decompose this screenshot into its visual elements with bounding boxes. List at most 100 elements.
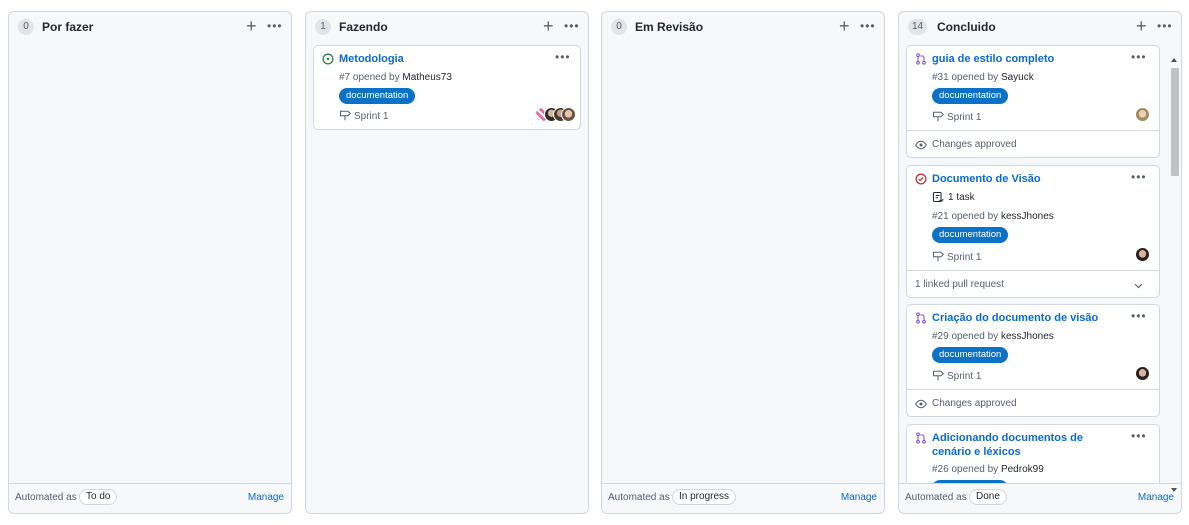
automated-as-text: Automated as bbox=[15, 492, 77, 503]
add-item-button plus-icon[interactable]: + bbox=[543, 17, 554, 35]
task-count: 1 task bbox=[948, 192, 975, 203]
card-divider bbox=[907, 389, 1159, 390]
scroll-thumb[interactable] bbox=[1171, 68, 1179, 176]
manage-link[interactable]: Manage bbox=[1138, 492, 1174, 504]
automation-badge: In progress bbox=[672, 489, 737, 505]
card-divider bbox=[907, 270, 1159, 271]
column-count: 0 bbox=[18, 19, 34, 35]
avatar bbox=[1135, 107, 1150, 122]
eye-icon bbox=[915, 399, 927, 409]
avatar bbox=[1135, 247, 1150, 262]
manage-link[interactable]: Manage bbox=[841, 492, 877, 504]
card-more-button more-icon[interactable]: ••• bbox=[555, 51, 571, 63]
column-concluido: 14 Concluido + ••• guia de estilo comple… bbox=[898, 11, 1182, 514]
chevron-down-icon[interactable] bbox=[1133, 280, 1144, 291]
column-title: Concluido bbox=[937, 20, 996, 34]
column-count: 0 bbox=[611, 19, 627, 35]
column-por-fazer: 0 Por fazer + ••• Automated as To do Man… bbox=[8, 11, 292, 514]
author[interactable]: kessJhones bbox=[1001, 331, 1054, 342]
milestone[interactable]: Sprint 1 bbox=[932, 369, 981, 383]
author[interactable]: Pedrok99 bbox=[1001, 464, 1044, 475]
card-meta: #26 opened by Pedrok99 bbox=[932, 464, 1044, 476]
label-documentation[interactable]: documentation bbox=[932, 88, 1009, 104]
card-documento-de-visao[interactable]: Documento de Visão ••• 1 task #21 opened… bbox=[906, 165, 1160, 298]
column-fazendo: 1 Fazendo + ••• Metodologia ••• #7 opene… bbox=[305, 11, 589, 514]
add-item-button plus-icon[interactable]: + bbox=[839, 17, 850, 35]
column-count: 1 bbox=[315, 19, 331, 35]
milestone[interactable]: Sprint 1 bbox=[339, 109, 388, 123]
column-more-button more-icon[interactable]: ••• bbox=[860, 20, 876, 32]
issue-number: #21 opened by bbox=[932, 211, 999, 222]
card-meta: #31 opened by Sayuck bbox=[932, 72, 1034, 84]
card-title[interactable]: Criação do documento de visão bbox=[932, 311, 1098, 325]
card-title-line1[interactable]: Adicionando documentos de bbox=[932, 431, 1083, 445]
linked-pull-request[interactable]: 1 linked pull request bbox=[915, 279, 1004, 291]
milestone-icon bbox=[932, 370, 944, 381]
avatar bbox=[561, 107, 576, 122]
tasklist-icon bbox=[932, 191, 944, 203]
automation-badge: Done bbox=[969, 489, 1007, 505]
label-documentation[interactable]: documentation bbox=[932, 347, 1009, 363]
issue-number: #7 opened by bbox=[339, 72, 400, 83]
card-meta: #21 opened by kessJhones bbox=[932, 211, 1054, 223]
automated-as-text: Automated as bbox=[905, 492, 967, 503]
pull-request-icon bbox=[916, 312, 926, 324]
card-meta: #7 opened by Matheus73 bbox=[339, 72, 452, 84]
card-more-button more-icon[interactable]: ••• bbox=[1131, 430, 1147, 442]
add-item-button plus-icon[interactable]: + bbox=[246, 17, 257, 35]
card-criacao-documento-visao[interactable]: Criação do documento de visão ••• #29 op… bbox=[906, 304, 1160, 417]
card-title-line2[interactable]: cenário e léxicos bbox=[932, 445, 1021, 459]
column-title: Em Revisão bbox=[635, 20, 704, 34]
column-footer: Automated as In progress Manage bbox=[602, 483, 884, 513]
card-more-button more-icon[interactable]: ••• bbox=[1131, 51, 1147, 63]
pull-request-icon bbox=[916, 53, 926, 65]
label-documentation[interactable]: documentation bbox=[339, 88, 416, 104]
column-more-button more-icon[interactable]: ••• bbox=[1157, 20, 1173, 32]
scroll-up-arrow[interactable] bbox=[1171, 58, 1177, 62]
column-more-button more-icon[interactable]: ••• bbox=[267, 20, 283, 32]
milestone-icon bbox=[932, 251, 944, 262]
milestone[interactable]: Sprint 1 bbox=[932, 250, 981, 264]
card-more-button more-icon[interactable]: ••• bbox=[1131, 310, 1147, 322]
author[interactable]: kessJhones bbox=[1001, 211, 1054, 222]
column-header: 1 Fazendo + ••• bbox=[306, 12, 588, 42]
card-title[interactable]: Documento de Visão bbox=[932, 172, 1041, 186]
review-status: Changes approved bbox=[932, 139, 1017, 150]
review-status: Changes approved bbox=[932, 398, 1017, 409]
card-meta: #29 opened by kessJhones bbox=[932, 331, 1054, 343]
eye-icon bbox=[915, 140, 927, 150]
scrollbar[interactable] bbox=[1170, 56, 1179, 494]
card-divider bbox=[907, 130, 1159, 131]
milestone[interactable]: Sprint 1 bbox=[932, 110, 981, 124]
issue-closed-icon bbox=[915, 173, 927, 185]
issue-number: #31 opened by bbox=[932, 72, 999, 83]
card-title[interactable]: guia de estilo completo bbox=[932, 52, 1054, 66]
milestone-icon bbox=[339, 110, 351, 121]
milestone-label: Sprint 1 bbox=[354, 111, 389, 122]
column-title: Fazendo bbox=[339, 20, 388, 34]
automation-badge: To do bbox=[79, 489, 118, 505]
label-documentation[interactable]: documentation bbox=[932, 227, 1009, 243]
milestone-label: Sprint 1 bbox=[947, 112, 982, 123]
column-more-button more-icon[interactable]: ••• bbox=[564, 20, 580, 32]
avatar bbox=[1135, 366, 1150, 381]
milestone-label: Sprint 1 bbox=[947, 252, 982, 263]
card-more-button more-icon[interactable]: ••• bbox=[1131, 171, 1147, 183]
author[interactable]: Matheus73 bbox=[402, 72, 451, 83]
column-footer: Automated as Done Manage bbox=[899, 483, 1181, 513]
card-metodologia[interactable]: Metodologia ••• #7 opened by Matheus73 d… bbox=[313, 45, 581, 130]
add-item-button plus-icon[interactable]: + bbox=[1136, 17, 1147, 35]
milestone-icon bbox=[932, 111, 944, 122]
card-title[interactable]: Metodologia bbox=[339, 52, 404, 66]
column-footer: Automated as To do Manage bbox=[9, 483, 291, 513]
milestone-label: Sprint 1 bbox=[947, 371, 982, 382]
card-adicionando-documentos[interactable]: Adicionando documentos de cenário e léxi… bbox=[906, 424, 1160, 483]
column-em-revisao: 0 Em Revisão + ••• Automated as In progr… bbox=[601, 11, 885, 514]
pull-request-icon bbox=[916, 432, 926, 444]
manage-link[interactable]: Manage bbox=[248, 492, 284, 504]
column-header: 0 Por fazer + ••• bbox=[9, 12, 291, 42]
column-header: 14 Concluido + ••• bbox=[899, 12, 1181, 42]
issue-number: #29 opened by bbox=[932, 331, 999, 342]
author[interactable]: Sayuck bbox=[1001, 72, 1034, 83]
card-guia-de-estilo[interactable]: guia de estilo completo ••• #31 opened b… bbox=[906, 45, 1160, 158]
